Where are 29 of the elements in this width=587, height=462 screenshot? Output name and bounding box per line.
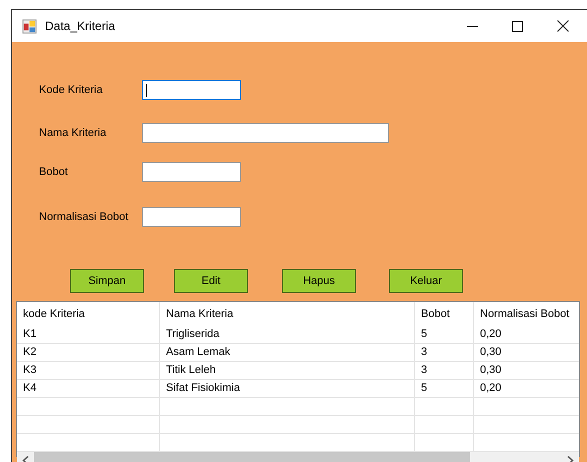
table-cell: Sifat Fisiokimia — [160, 380, 415, 397]
field-label: Bobot — [39, 164, 69, 180]
field-label: Normalisasi Bobot — [39, 210, 130, 225]
table-cell: 5 — [415, 326, 474, 343]
table-cell: 5 — [415, 380, 474, 397]
table-cell-text: 0,30 — [479, 345, 502, 360]
table-cell: K2 — [17, 344, 160, 361]
table-cell: K1 — [17, 326, 160, 343]
table-cell: K4 — [17, 380, 160, 397]
action-button[interactable]: Hapus — [282, 269, 356, 293]
column-header[interactable]: kode Kriteria — [17, 302, 160, 326]
table-cell: 3 — [415, 344, 474, 361]
table-cell-text: 0,30 — [479, 363, 502, 378]
table-cell: Trigliserida — [160, 326, 415, 343]
action-button[interactable]: Simpan — [70, 269, 144, 293]
field-label: Kode Kriteria — [39, 82, 104, 98]
table-cell: K3 — [17, 362, 160, 379]
action-button[interactable]: Keluar — [389, 269, 463, 293]
action-button[interactable]: Edit — [174, 269, 248, 293]
table-cell-text: 0,20 — [479, 327, 502, 342]
table-cell-text: 0,20 — [479, 381, 502, 396]
field-label: Nama Kriteria — [39, 126, 108, 141]
column-header[interactable]: Normalisasi Bobot — [474, 302, 579, 326]
column-header[interactable]: Nama Kriteria — [160, 302, 415, 326]
table-cell: Titik Leleh — [160, 362, 415, 379]
column-header[interactable]: Bobot — [415, 302, 474, 326]
table-cell: Asam Lemak — [160, 344, 415, 361]
window-title: Data_Kriteria — [45, 18, 116, 35]
table-cell: 3 — [415, 362, 474, 379]
